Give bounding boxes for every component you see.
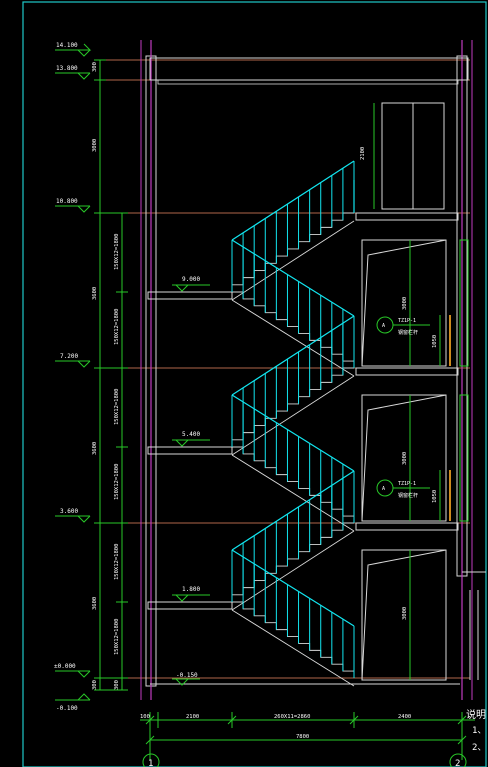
elev-landing-1: 1.800 xyxy=(182,586,200,593)
dim-flight-1: 150X12=1800 xyxy=(114,619,120,655)
window-tag-2: A TZ1P-1 钢窗栏杆 xyxy=(376,479,430,499)
dim-door-low: 3000 xyxy=(402,607,408,620)
notes-block: 说明 1、 2、 xyxy=(462,571,486,753)
stair-section-drawing: 14.100 13.800 10.800 7.200 3.600 ±0.000 … xyxy=(22,1,487,767)
dim-door-mid: 3000 xyxy=(402,297,408,310)
dim-rail-h1: 1050 xyxy=(432,335,438,348)
axis-label-1: 1 xyxy=(148,759,153,767)
dim-storey-2: 3600 xyxy=(92,442,98,455)
railing-2 xyxy=(231,470,355,602)
dim-base-inner: 300 xyxy=(114,680,120,690)
axis-bubble-1: 1 xyxy=(142,753,160,767)
dim-run: 260X11=2860 xyxy=(274,714,310,720)
notes-line-2: 2、 xyxy=(472,743,486,753)
dim-rail-h2: 1050 xyxy=(432,490,438,503)
railing-3 xyxy=(231,394,355,523)
axis-bubble-2: 2 xyxy=(449,753,467,767)
bottom-dimension-texts: 100 2100 260X11=2860 2400 7800 xyxy=(140,714,411,740)
elev-level-1: 3.600 xyxy=(60,508,78,515)
dim-rest: 2400 xyxy=(398,714,411,720)
dim-door-mid-2: 3000 xyxy=(402,452,408,465)
walls xyxy=(140,40,473,700)
window-tag-1-mark: A xyxy=(382,323,385,329)
window-tag-1-note: 钢窗栏杆 xyxy=(398,329,418,336)
elev-outside: -0.100 xyxy=(56,705,78,712)
elevation-texts: 14.100 13.800 10.800 7.200 3.600 ±0.000 … xyxy=(54,42,200,712)
elev-pit: -0.150 xyxy=(176,672,198,679)
door-openings xyxy=(361,102,469,681)
axis-label-2: 2 xyxy=(455,759,460,767)
dim-parapet: 300 xyxy=(92,62,98,72)
dim-top-floor: 3000 xyxy=(92,139,98,152)
elev-landing-3: 9.000 xyxy=(182,276,200,283)
stair-flight-4 xyxy=(231,367,355,456)
dim-flight-6: 150X12=1800 xyxy=(114,234,120,270)
window-tag-2-note: 钢窗栏杆 xyxy=(398,492,418,499)
inner-dimension-lines xyxy=(373,103,441,680)
railing-4 xyxy=(231,315,355,447)
window-tag-1: A TZ1P-1 钢窗栏杆 xyxy=(376,316,430,336)
dim-door-top: 2100 xyxy=(360,147,366,160)
window-tag-1-code: TZ1P-1 xyxy=(398,318,416,324)
dim-landing: 2100 xyxy=(186,714,199,720)
elev-roof: 13.800 xyxy=(56,65,78,72)
dim-storey-3: 3600 xyxy=(92,287,98,300)
notes-title: 说明 xyxy=(466,708,486,721)
elev-top: 14.100 xyxy=(56,42,78,49)
window-tag-2-code: TZ1P-1 xyxy=(398,481,416,487)
dim-wall: 100 xyxy=(140,714,150,720)
dim-base: 300 xyxy=(92,680,98,690)
dim-flight-5: 150X12=1800 xyxy=(114,309,120,345)
left-dimension-texts: 300 3000 150X12=1800 150X12=1800 3600 15… xyxy=(92,62,120,690)
elev-ground: ±0.000 xyxy=(54,663,76,670)
dim-total: 7800 xyxy=(296,734,309,740)
elev-level-3: 10.800 xyxy=(56,198,78,205)
dim-flight-2: 150X12=1800 xyxy=(114,544,120,580)
left-dimension-lines xyxy=(94,59,128,691)
railing-6 xyxy=(231,160,355,292)
notes-line-1: 1、 xyxy=(472,726,486,736)
stair-flight-6 xyxy=(231,212,355,301)
window-tag-2-mark: A xyxy=(382,486,385,492)
dim-flight-4: 150X12=1800 xyxy=(114,389,120,425)
slabs xyxy=(147,212,460,685)
dim-flight-3: 150X12=1800 xyxy=(114,464,120,500)
elev-level-2: 7.200 xyxy=(60,353,78,360)
railing-1 xyxy=(231,549,355,678)
inner-dimension-texts: 2100 3000 3000 3000 1050 1050 xyxy=(360,147,438,620)
stair-railings xyxy=(231,160,355,678)
elev-landing-2: 5.400 xyxy=(182,431,200,438)
railing-5 xyxy=(231,239,355,368)
stair-flight-2 xyxy=(231,522,355,611)
dim-storey-1: 3600 xyxy=(92,597,98,610)
